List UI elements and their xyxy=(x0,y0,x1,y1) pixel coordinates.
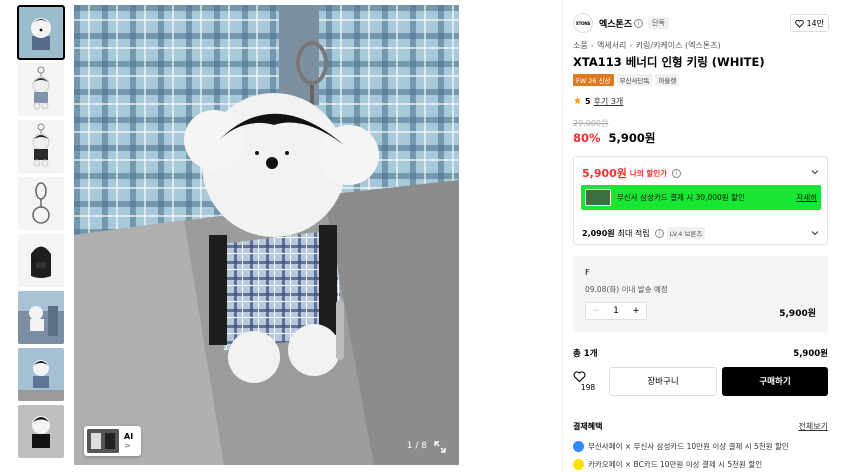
discount-rate: 80% xyxy=(573,131,601,145)
my-price-info-icon[interactable]: i xyxy=(672,168,682,178)
expand-icon[interactable] xyxy=(433,440,447,454)
quantity-value: 1 xyxy=(613,306,619,316)
total-price: 5,900원 xyxy=(793,349,828,359)
chevron-down-icon[interactable] xyxy=(811,229,819,237)
sale-price: 5,900원 xyxy=(608,131,656,145)
discount-box: 5,900원 나의 할인가 i 무신사 삼성카드 결제 시 30,000원 할인… xyxy=(573,156,828,245)
product-tags: FW 26 신상 무신사단독 아울렛 xyxy=(573,74,680,86)
ai-thumbnail xyxy=(87,429,119,453)
payment-benefits-title: 결제혜택 xyxy=(573,422,603,431)
product-info-panel: XTONS 엑스톤즈 i 단독 14만 소품 › 액세서리 › 키링/키케이스 (엑스톤… xyxy=(562,0,850,472)
points-row[interactable]: 2,090원 최대 적립 i LV.4 브론즈 xyxy=(582,227,706,239)
product-photo xyxy=(74,5,459,465)
option-price: 5,900원 xyxy=(779,309,816,319)
product-page: AI > 1 / 8 XTONS 엑스톤즈 i 단독 14만 소품 › 액세서리 › 키… xyxy=(0,0,850,472)
brand-logo[interactable]: XTONS xyxy=(573,13,593,33)
payment-benefits-header: 결제혜택 전체보기 xyxy=(573,421,828,432)
rating-score: 5 xyxy=(584,97,591,106)
thumbnail-7[interactable] xyxy=(18,348,64,401)
breadcrumb-item[interactable]: 소품 xyxy=(573,41,588,50)
thumbnail-3[interactable] xyxy=(18,120,64,173)
points-label: 최대 적립 xyxy=(617,228,650,238)
tag-exclusive: 무신사단독 xyxy=(616,74,653,86)
thumbnail-2[interactable] xyxy=(18,63,64,116)
kakao-pay-icon xyxy=(573,459,584,470)
quantity-plus-button[interactable]: + xyxy=(626,306,646,316)
member-level-badge: LV.4 브론즈 xyxy=(666,227,706,239)
breadcrumb-item[interactable]: 액세서리 xyxy=(597,41,626,50)
wishlist-button[interactable]: 198 xyxy=(573,370,603,392)
brand-name[interactable]: 엑스톤즈 xyxy=(599,17,632,30)
star-icon: ★ xyxy=(573,95,582,107)
shipping-date: 09.08(화) 이내 발송 예정 xyxy=(585,285,668,294)
my-price-label: 나의 할인가 xyxy=(629,168,668,178)
benefit-item: 카카오페이 × BC카드 10만원 이상 결제 시 5천원 할인 xyxy=(573,459,762,470)
add-to-cart-button[interactable]: 장바구니 xyxy=(609,366,717,396)
image-counter: 1 / 8 xyxy=(406,441,427,451)
chevron-down-icon[interactable] xyxy=(811,168,819,176)
thumbnail-6[interactable] xyxy=(18,291,64,344)
thumbnail-4[interactable] xyxy=(18,177,64,230)
total-row: 총 1개 5,900원 xyxy=(573,347,828,359)
my-price: 5,900원 xyxy=(582,167,627,180)
tag-new: FW 26 신상 xyxy=(573,74,614,86)
thumbnail-8[interactable] xyxy=(18,405,64,458)
points-amount: 2,090원 xyxy=(582,228,615,238)
buy-now-button[interactable]: 구매하기 xyxy=(722,366,828,396)
brand-like-count: 14만 xyxy=(806,18,824,28)
selected-option-box: F 09.08(화) 이내 발송 예정 − 1 + 5,900원 xyxy=(573,256,828,332)
heart-outline-icon xyxy=(573,371,586,383)
view-all-benefits-link[interactable]: 전체보기 xyxy=(799,421,828,432)
ai-styling-widget[interactable]: AI > xyxy=(84,426,141,456)
review-link[interactable]: 후기 3개 xyxy=(594,96,624,107)
benefit-text: 카카오페이 × BC카드 10만원 이상 결제 시 5천원 할인 xyxy=(588,460,763,469)
quantity-stepper: − 1 + xyxy=(585,302,647,320)
brand-info-icon[interactable]: i xyxy=(634,18,644,28)
brand-exclusive-badge: 단독 xyxy=(648,17,670,29)
breadcrumb-item[interactable]: 키링/키케이스 (엑스톤즈) xyxy=(636,41,721,50)
musinsa-pay-icon xyxy=(573,441,584,452)
breadcrumb-separator: › xyxy=(590,41,594,50)
my-price-row[interactable]: 5,900원 나의 할인가 i xyxy=(582,165,682,181)
quantity-minus-button[interactable]: − xyxy=(586,306,606,316)
tag-outlet: 아울렛 xyxy=(655,74,680,86)
thumbnail-1[interactable] xyxy=(17,5,65,60)
card-discount-banner[interactable]: 무신사 삼성카드 결제 시 30,000원 할인 자세히 xyxy=(581,185,821,210)
brand-row: XTONS 엑스톤즈 i 단독 14만 xyxy=(573,12,829,34)
ai-label: AI > xyxy=(124,432,134,450)
main-product-image[interactable]: AI > 1 / 8 xyxy=(74,5,459,465)
original-price: 29,000원 xyxy=(573,119,609,128)
price-row: 80% 5,900원 xyxy=(573,130,656,146)
wishlist-count: 198 xyxy=(580,383,596,392)
breadcrumb-separator: › xyxy=(629,41,633,50)
thumbnail-list xyxy=(17,5,65,462)
benefit-text: 무신사페이 × 무신사 삼성카드 10만원 이상 결제 시 5천원 할인 xyxy=(588,442,789,451)
benefit-item: 무신사페이 × 무신사 삼성카드 10만원 이상 결제 시 5천원 할인 xyxy=(573,441,789,452)
purchase-actions: 198 장바구니 구매하기 xyxy=(573,366,828,396)
product-title: XTA113 베너디 인형 키링 (WHITE) xyxy=(573,55,765,69)
brand-like-button[interactable]: 14만 xyxy=(790,14,829,32)
thumbnail-5[interactable] xyxy=(18,234,64,287)
card-image xyxy=(585,189,611,206)
breadcrumb: 소품 › 액세서리 › 키링/키케이스 (엑스톤즈) xyxy=(573,40,721,51)
points-info-icon[interactable]: i xyxy=(654,228,664,238)
card-discount-text: 무신사 삼성카드 결제 시 30,000원 할인 xyxy=(617,193,745,202)
rating-row: ★ 5 후기 3개 xyxy=(573,96,623,107)
card-detail-link[interactable]: 자세히 xyxy=(796,192,817,203)
option-name: F xyxy=(585,268,590,277)
heart-outline-icon xyxy=(795,19,805,28)
total-count: 총 1개 xyxy=(573,349,598,359)
